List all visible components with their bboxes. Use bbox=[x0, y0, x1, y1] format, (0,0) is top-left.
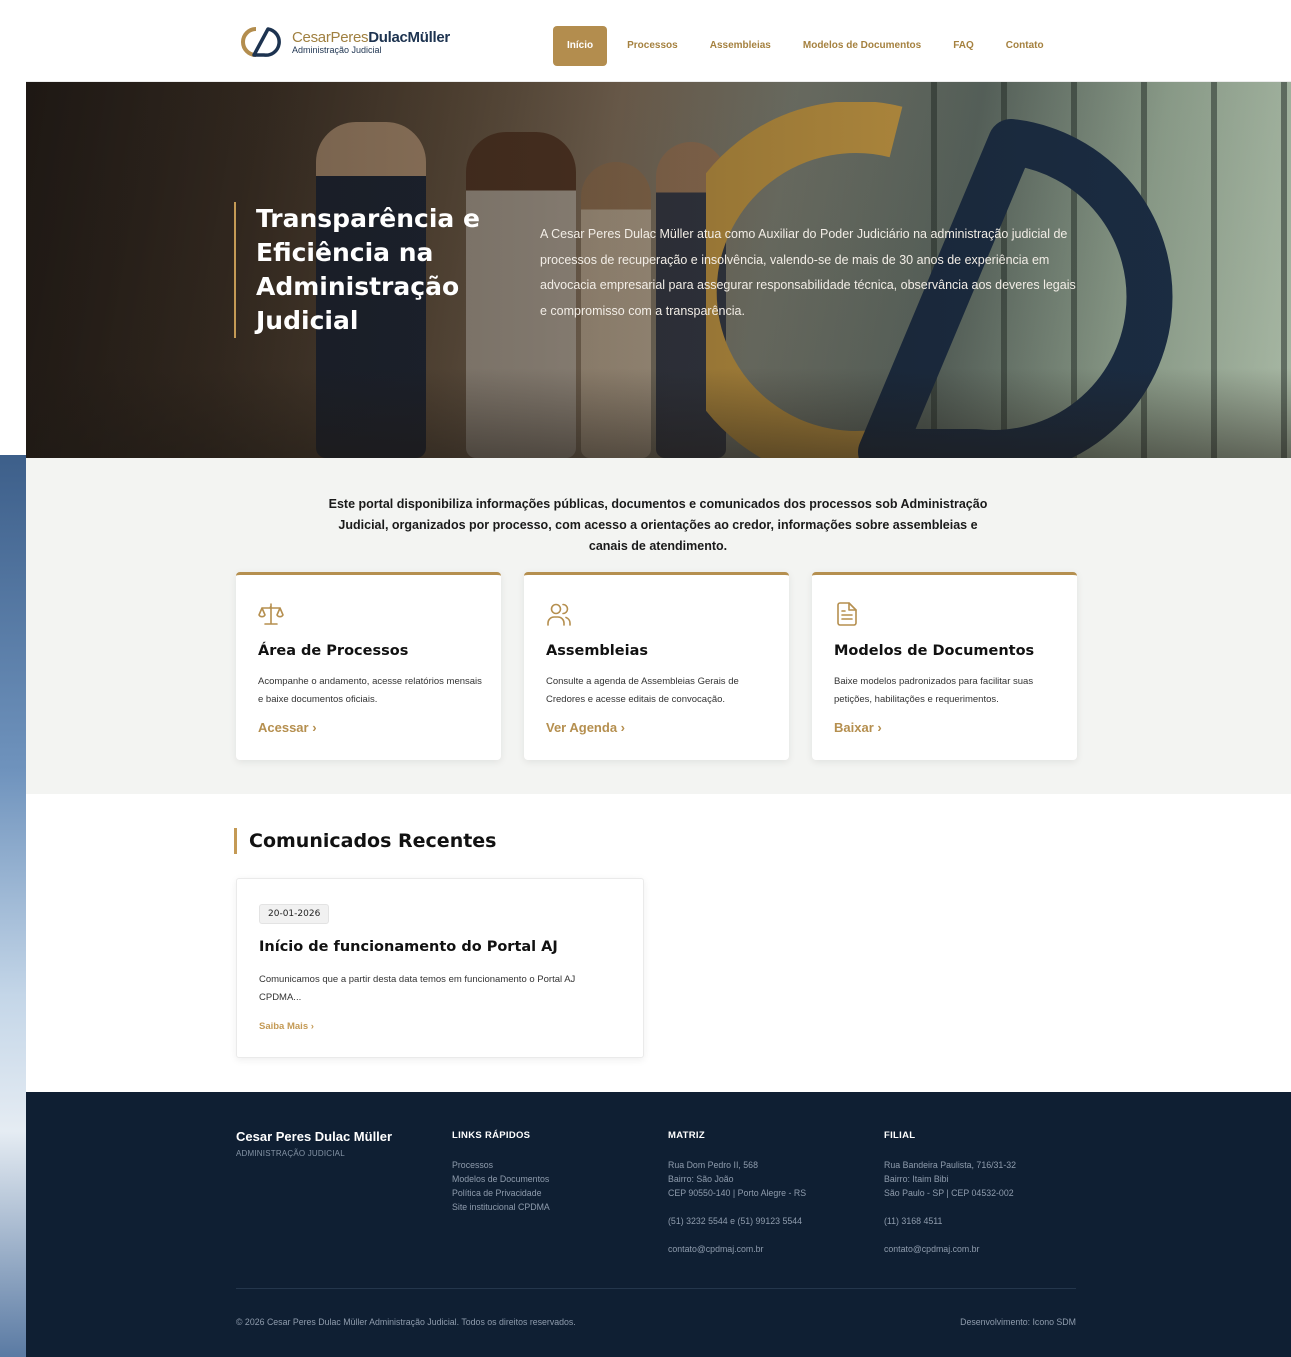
footer-quick-links: LINKS RÁPIDOS Processos Modelos de Docum… bbox=[452, 1130, 550, 1214]
news-card: 20-01-2026 Início de funcionamento do Po… bbox=[236, 878, 644, 1058]
card-processos: Área de Processos Acompanhe o andamento,… bbox=[236, 572, 501, 760]
footer-filial: FILIAL Rua Bandeira Paulista, 716/31-32 … bbox=[884, 1130, 1016, 1256]
card-title: Modelos de Documentos bbox=[834, 643, 1035, 659]
nav-item-modelos[interactable]: Modelos de Documentos bbox=[787, 26, 937, 66]
footer-filial-street: Rua Bandeira Paulista, 716/31-32 bbox=[884, 1160, 1017, 1170]
footer-link-modelos[interactable]: Modelos de Documentos bbox=[452, 1172, 550, 1186]
footer-link-processos[interactable]: Processos bbox=[452, 1158, 550, 1172]
footer-filial-cep: São Paulo - SP | CEP 04532-002 bbox=[884, 1188, 1014, 1198]
footer-links-heading: LINKS RÁPIDOS bbox=[452, 1130, 531, 1141]
document-icon bbox=[837, 602, 857, 626]
card-description: Consulte a agenda de Assembleias Gerais … bbox=[546, 676, 739, 705]
news-excerpt: Comunicamos que a partir desta data temo… bbox=[259, 974, 576, 1003]
nav-item-contato[interactable]: Contato bbox=[990, 26, 1060, 66]
intro-text: Este portal disponibiliza informações pú… bbox=[328, 497, 988, 553]
logo-name-second: DulacMüller bbox=[368, 28, 450, 46]
footer-matriz-district: Bairro: São João bbox=[668, 1174, 734, 1184]
card-title: Assembleias bbox=[546, 643, 648, 659]
footer-filial-heading: FILIAL bbox=[884, 1130, 916, 1141]
footer-divider bbox=[236, 1288, 1076, 1289]
logo-name-first: CesarPeres bbox=[292, 28, 369, 46]
news-date-badge: 20-01-2026 bbox=[259, 904, 330, 924]
footer-copyright: © 2026 Cesar Peres Dulac Müller Administ… bbox=[236, 1317, 576, 1327]
footer-link-privacidade[interactable]: Política de Privacidade bbox=[452, 1186, 550, 1200]
footer-brand: Cesar Peres Dulac Müller ADMINISTRAÇÃO J… bbox=[236, 1129, 392, 1158]
footer-link-site-institucional[interactable]: Site institucional CPDMA bbox=[452, 1200, 550, 1214]
news-section: Comunicados Recentes 20-01-2026 Início d… bbox=[26, 794, 1291, 1092]
footer-matriz-street: Rua Dom Pedro II, 568 bbox=[668, 1160, 758, 1170]
footer-filial-district: Bairro: Itaim Bibi bbox=[884, 1174, 949, 1184]
hero-description: A Cesar Peres Dulac Müller atua como Aux… bbox=[540, 227, 1076, 318]
footer-matriz-cep: CEP 90550-140 | Porto Alegre - RS bbox=[668, 1188, 807, 1198]
card-title: Área de Processos bbox=[258, 643, 409, 659]
footer-matriz-email[interactable]: contato@cpdmaj.com.br bbox=[668, 1242, 806, 1256]
scales-icon bbox=[258, 603, 284, 625]
card-modelos-link[interactable]: Baixar › bbox=[834, 720, 882, 735]
card-description: Acompanhe o andamento, acesse relatórios… bbox=[258, 676, 482, 705]
background-photo-edge bbox=[0, 455, 26, 1357]
footer-brand-subtitle: ADMINISTRAÇÃO JUDICIAL bbox=[236, 1149, 345, 1158]
nav-item-inicio[interactable]: Início bbox=[553, 26, 608, 66]
site-logo[interactable]: CesarPeresDulacMüller Administração Judi… bbox=[234, 26, 450, 58]
footer-developer-credit[interactable]: Desenvolvimento: Icono SDM bbox=[960, 1317, 1076, 1327]
nav-item-faq[interactable]: FAQ bbox=[937, 26, 990, 66]
card-modelos: Modelos de Documentos Baixe modelos padr… bbox=[812, 572, 1077, 760]
card-assembleias: Assembleias Consulte a agenda de Assembl… bbox=[524, 572, 789, 760]
site-header: CesarPeresDulacMüller Administração Judi… bbox=[26, 0, 1291, 82]
site-footer: Cesar Peres Dulac Müller ADMINISTRAÇÃO J… bbox=[26, 1092, 1291, 1357]
intro-section: Este portal disponibiliza informações pú… bbox=[26, 458, 1291, 794]
news-title: Início de funcionamento do Portal AJ bbox=[259, 939, 558, 955]
card-processos-link[interactable]: Acessar › bbox=[258, 720, 317, 735]
footer-brand-name: Cesar Peres Dulac Müller bbox=[236, 1129, 393, 1144]
card-assembleias-link[interactable]: Ver Agenda › bbox=[546, 720, 625, 735]
news-section-title: Comunicados Recentes bbox=[234, 828, 497, 854]
hero-title: Transparência e Eficiência na Administra… bbox=[234, 202, 494, 338]
logo-subtitle: Administração Judicial bbox=[292, 44, 382, 55]
footer-matriz-phone[interactable]: (51) 3232 5544 e (51) 99123 5544 bbox=[668, 1214, 806, 1228]
main-nav: Início Processos Assembleias Modelos de … bbox=[553, 26, 1060, 66]
news-read-more-link[interactable]: Saiba Mais › bbox=[259, 1021, 314, 1032]
logo-mark-icon bbox=[241, 27, 281, 57]
card-description: Baixe modelos padronizados para facilita… bbox=[834, 676, 1034, 705]
footer-matriz: MATRIZ Rua Dom Pedro II, 568 Bairro: São… bbox=[668, 1130, 806, 1256]
footer-filial-email[interactable]: contato@cpdmaj.com.br bbox=[884, 1242, 1016, 1256]
hero-banner: Transparência e Eficiência na Administra… bbox=[26, 82, 1291, 458]
footer-matriz-heading: MATRIZ bbox=[668, 1130, 705, 1141]
nav-item-processos[interactable]: Processos bbox=[611, 26, 694, 66]
nav-item-assembleias[interactable]: Assembleias bbox=[694, 26, 787, 66]
footer-filial-phone[interactable]: (11) 3168 4511 bbox=[884, 1214, 1016, 1228]
users-icon bbox=[547, 603, 571, 626]
